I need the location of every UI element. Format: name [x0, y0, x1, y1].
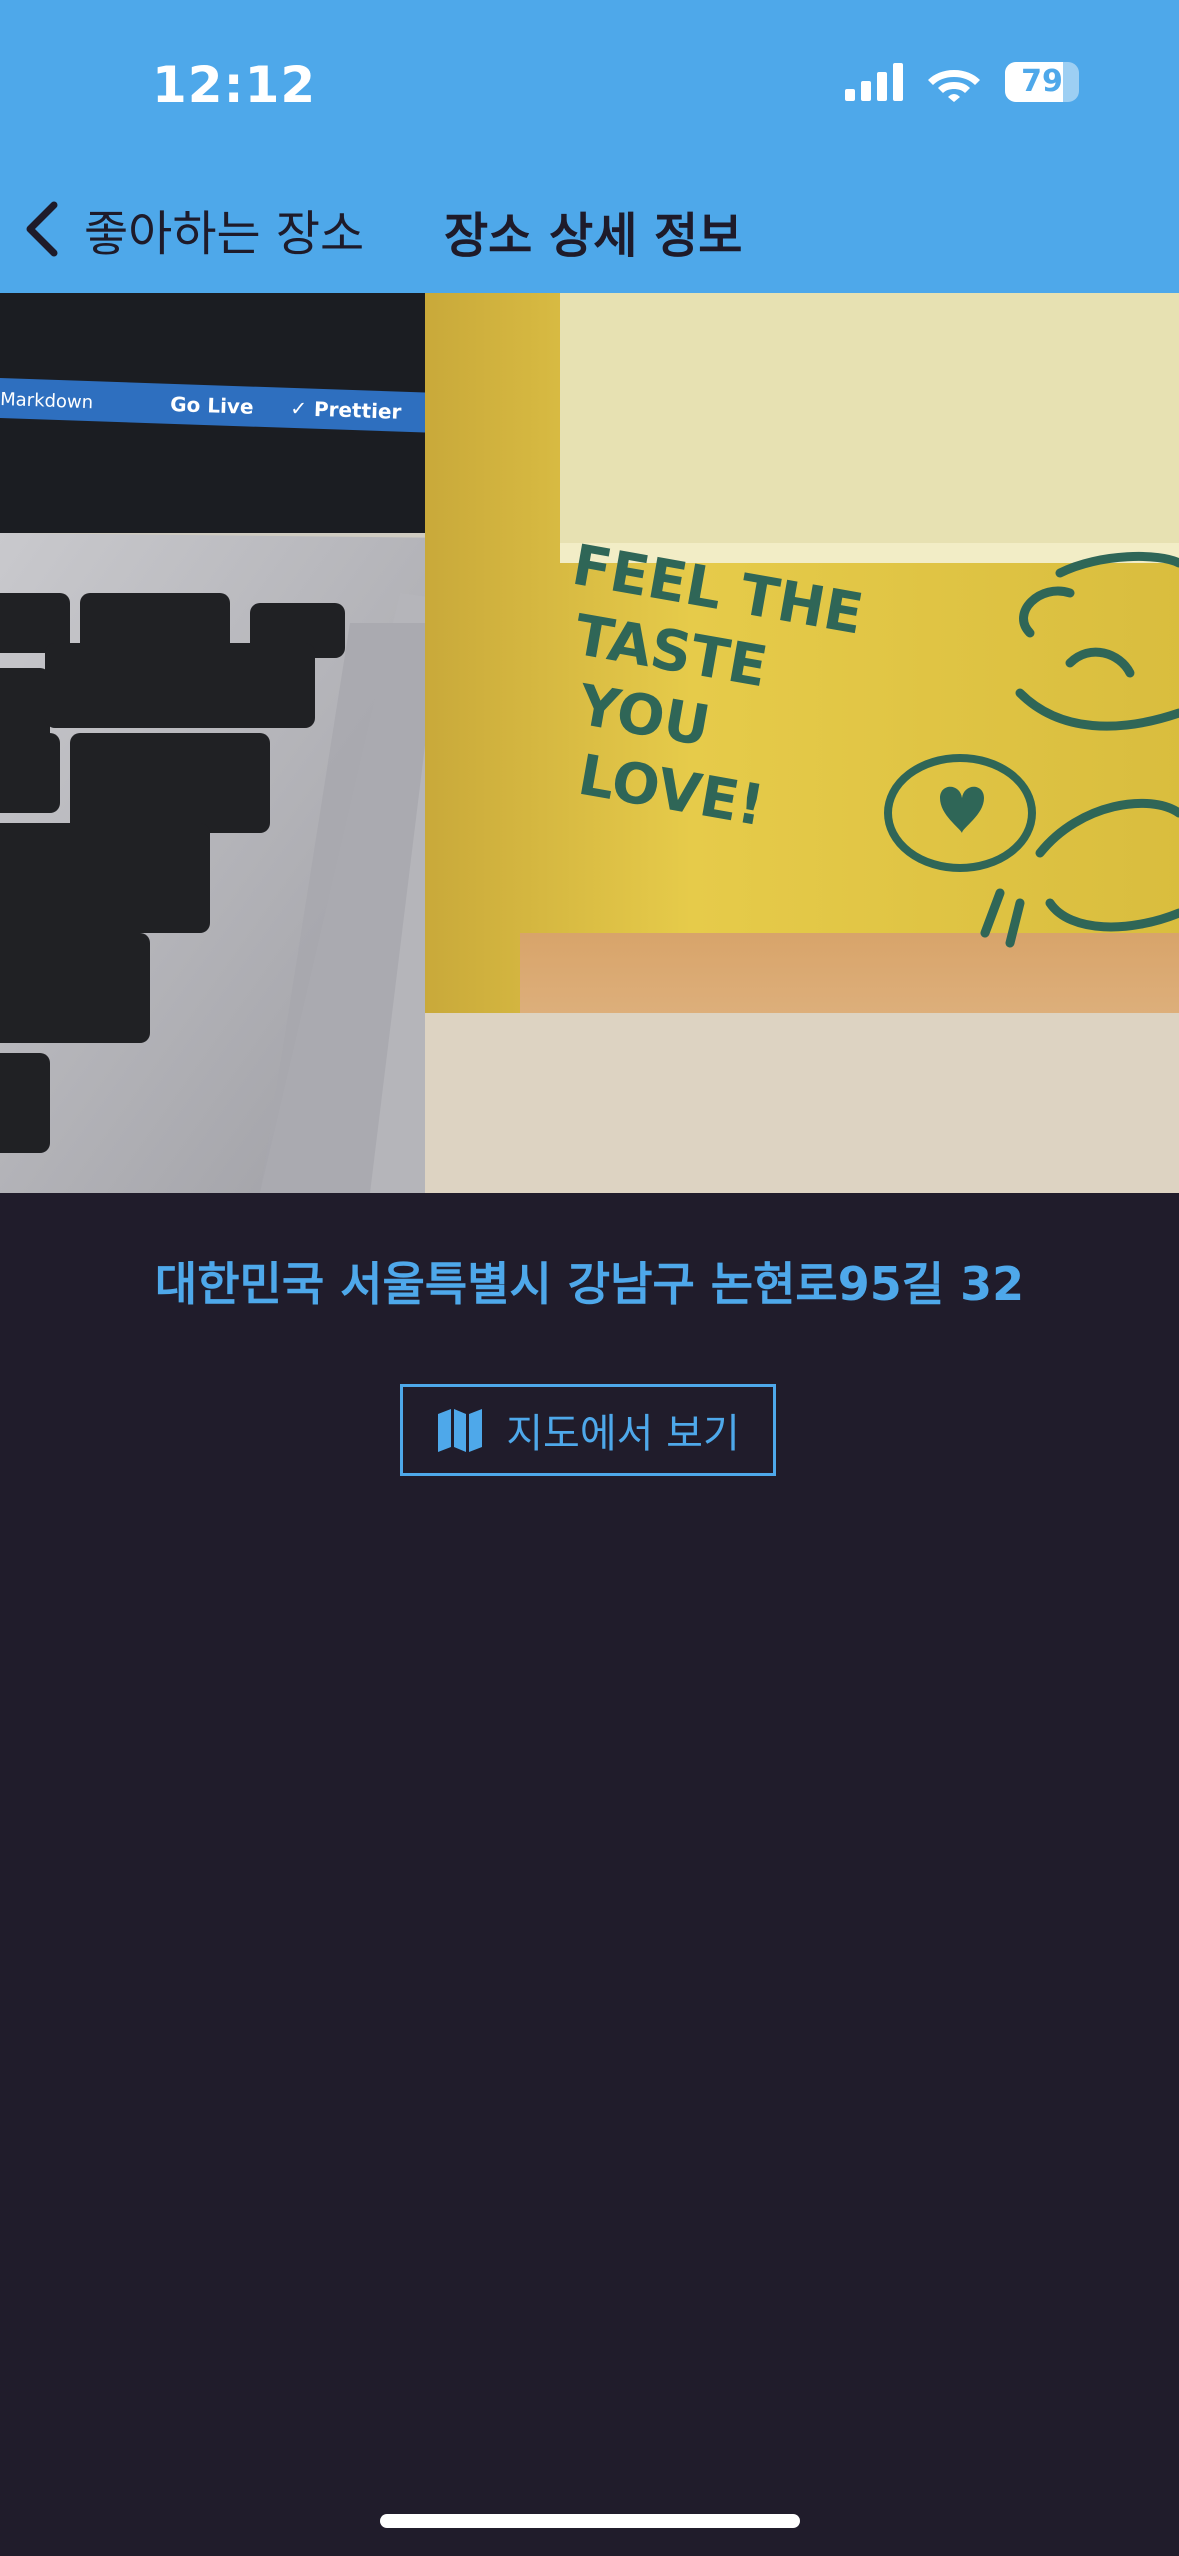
battery-icon: 79 — [1005, 62, 1079, 102]
view-on-map-label: 지도에서 보기 — [506, 1411, 740, 1457]
map-icon — [438, 1409, 483, 1452]
header: 12:12 79 좋아하는 장소 장소 상세 정보 — [0, 0, 1179, 293]
place-address: 대한민국 서울특별시 강남구 논현로95길 32 — [154, 1257, 1025, 1311]
editor-bar-text-1: Markdown — [0, 389, 93, 413]
back-label: 좋아하는 장소 — [84, 206, 365, 262]
wifi-icon — [928, 70, 980, 102]
place-photo-image: Markdown Go Live ✓ Prettier FEEL THE TAS… — [0, 293, 1179, 1193]
status-icons: 79 — [845, 62, 1079, 102]
status-time: 12:12 — [152, 56, 317, 114]
home-indicator[interactable] — [380, 2514, 800, 2528]
editor-bar-text-3: ✓ Prettier — [290, 396, 402, 424]
back-button[interactable]: 좋아하는 장소 — [22, 194, 364, 264]
editor-bar-text-2: Go Live — [170, 392, 254, 419]
view-on-map-button[interactable]: 지도에서 보기 — [400, 1384, 776, 1476]
cellular-signal-icon — [845, 63, 903, 101]
chevron-left-icon — [26, 201, 58, 257]
battery-level: 79 — [1021, 64, 1063, 99]
page-title: 장소 상세 정보 — [444, 208, 743, 264]
place-photo: Markdown Go Live ✓ Prettier FEEL THE TAS… — [0, 293, 1179, 1193]
navigation-bar: 좋아하는 장소 장소 상세 정보 — [0, 180, 1179, 270]
